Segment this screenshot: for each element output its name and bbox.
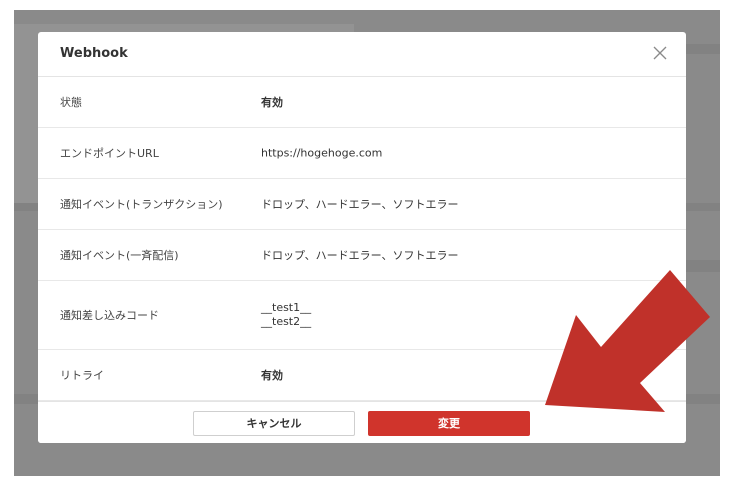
transaction-event-value: ドロップ、ハードエラー、ソフトエラー bbox=[261, 198, 459, 211]
broadcast-event-label: 通知イベント(一斉配信) bbox=[60, 249, 179, 262]
insert-code-item: __test2__ bbox=[261, 315, 312, 328]
status-value: 有効 bbox=[261, 96, 283, 109]
insert-code-values: __test1__ __test2__ bbox=[261, 301, 311, 329]
insert-code-item: __test1__ bbox=[261, 301, 312, 314]
close-button[interactable] bbox=[650, 43, 670, 63]
broadcast-event-value: ドロップ、ハードエラー、ソフトエラー bbox=[261, 249, 459, 262]
retry-value: 有効 bbox=[261, 369, 283, 382]
endpoint-url-row: エンドポイントURL https://hogehoge.com bbox=[38, 128, 686, 179]
insert-code-label: 通知差し込みコード bbox=[60, 309, 159, 322]
close-icon bbox=[653, 46, 667, 60]
cancel-button[interactable]: キャンセル bbox=[193, 411, 355, 436]
retry-label: リトライ bbox=[60, 369, 104, 382]
status-label: 状態 bbox=[60, 96, 82, 109]
endpoint-url-label: エンドポイントURL bbox=[60, 147, 159, 160]
endpoint-url-value: https://hogehoge.com bbox=[261, 146, 383, 160]
transaction-event-row: 通知イベント(トランザクション) ドロップ、ハードエラー、ソフトエラー bbox=[38, 179, 686, 230]
arrow-icon bbox=[545, 270, 710, 412]
status-row: 状態 有効 bbox=[38, 77, 686, 128]
modal-title: Webhook bbox=[60, 46, 128, 61]
transaction-event-label: 通知イベント(トランザクション) bbox=[60, 198, 223, 211]
modal-header: Webhook bbox=[38, 32, 686, 77]
change-button[interactable]: 変更 bbox=[368, 411, 530, 436]
